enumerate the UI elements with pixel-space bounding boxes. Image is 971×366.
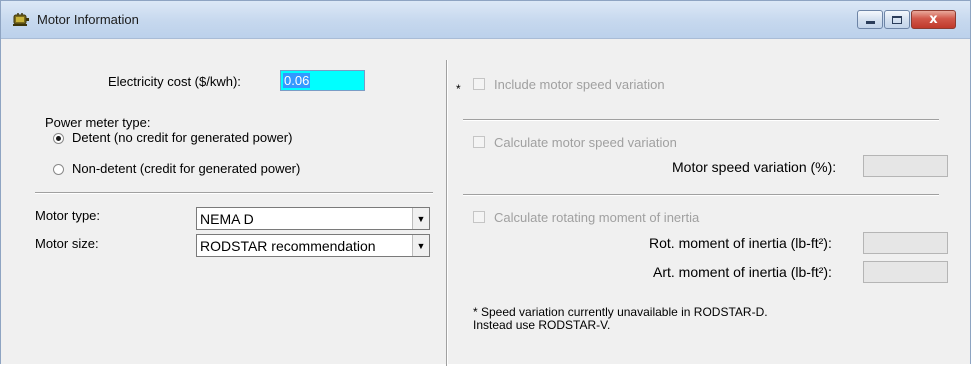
calculate-speed-variation-label[interactable]: Calculate motor speed variation xyxy=(494,135,677,150)
minimize-button[interactable] xyxy=(857,10,883,29)
detent-radio[interactable] xyxy=(53,133,64,144)
rot-inertia-input[interactable] xyxy=(863,232,948,254)
art-inertia-input[interactable] xyxy=(863,261,948,283)
maximize-icon xyxy=(892,15,902,24)
maximize-button[interactable] xyxy=(884,10,910,29)
include-speed-variation-checkbox[interactable] xyxy=(473,78,485,90)
chevron-down-icon[interactable]: ▼ xyxy=(412,208,429,229)
rot-inertia-label: Rot. moment of inertia (lb-ft²): xyxy=(649,235,832,251)
right-divider-bottom xyxy=(463,194,939,196)
electricity-cost-value: 0.06 xyxy=(283,73,311,88)
window-title: Motor Information xyxy=(37,12,139,27)
calculate-inertia-label[interactable]: Calculate rotating moment of inertia xyxy=(494,210,699,225)
non-detent-radio-label[interactable]: Non-detent (credit for generated power) xyxy=(72,161,300,176)
dialog-client-area: Electricity cost ($/kwh): 0.06 Power met… xyxy=(1,40,970,366)
include-speed-variation-label[interactable]: Include motor speed variation xyxy=(494,77,665,92)
motor-size-value: RODSTAR recommendation xyxy=(200,238,376,254)
non-detent-radio[interactable] xyxy=(53,164,64,175)
motor-speed-variation-label: Motor speed variation (%): xyxy=(672,159,837,175)
right-divider-top xyxy=(463,119,939,121)
motor-type-value: NEMA D xyxy=(200,211,254,227)
asterisk-marker: * xyxy=(456,82,461,96)
left-divider xyxy=(35,192,433,194)
power-meter-type-label: Power meter type: xyxy=(45,115,151,130)
chevron-down-icon[interactable]: ▼ xyxy=(412,235,429,256)
close-button[interactable]: x xyxy=(911,10,956,29)
detent-radio-label[interactable]: Detent (no credit for generated power) xyxy=(72,130,292,145)
close-icon: x xyxy=(929,12,938,27)
minimize-icon xyxy=(865,21,875,24)
motor-app-icon xyxy=(13,13,29,26)
calculate-inertia-checkbox[interactable] xyxy=(473,211,485,223)
calculate-speed-variation-checkbox[interactable] xyxy=(473,136,485,148)
electricity-cost-label: Electricity cost ($/kwh): xyxy=(108,74,241,89)
title-bar[interactable]: Motor Information x xyxy=(1,1,970,39)
speed-variation-note: * Speed variation currently unavailable … xyxy=(473,306,768,332)
motor-type-select[interactable]: NEMA D ▼ xyxy=(196,207,430,230)
motor-information-window: Motor Information x Electricity cost ($/… xyxy=(0,0,971,366)
panel-vertical-divider xyxy=(446,60,448,366)
motor-type-label: Motor type: xyxy=(35,208,101,223)
motor-size-label: Motor size: xyxy=(35,236,99,251)
note-line-2: Instead use RODSTAR-V. xyxy=(473,318,611,332)
art-inertia-label: Art. moment of inertia (lb-ft²): xyxy=(653,264,832,280)
motor-size-select[interactable]: RODSTAR recommendation ▼ xyxy=(196,234,430,257)
motor-speed-variation-input[interactable] xyxy=(863,155,948,177)
electricity-cost-input[interactable]: 0.06 xyxy=(280,70,365,91)
